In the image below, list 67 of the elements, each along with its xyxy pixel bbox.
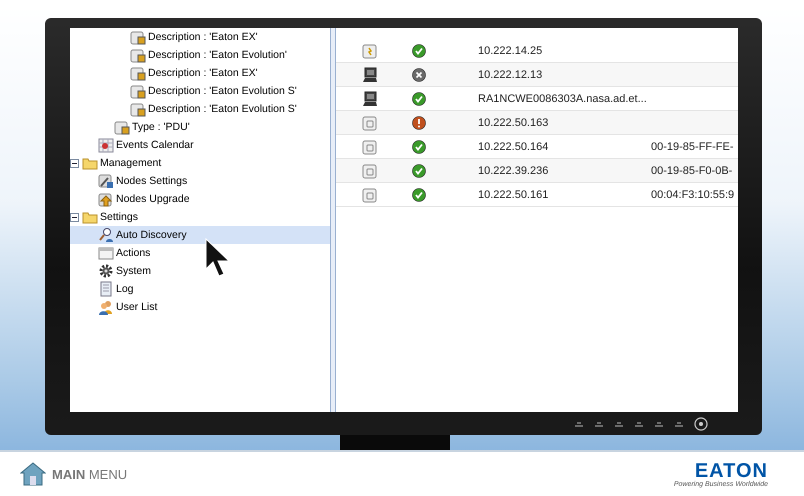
check-icon [412, 92, 426, 106]
computer-icon [362, 66, 378, 82]
tree-item[interactable]: System [70, 262, 330, 280]
power-button-icon[interactable] [694, 416, 708, 430]
tree-item[interactable]: Actions [70, 244, 330, 262]
monitor-button-icon[interactable] [594, 420, 604, 426]
tree-item[interactable]: Type : 'PDU' [70, 118, 330, 136]
wrench-icon [98, 173, 114, 189]
address-cell-text: 10.222.12.13 [477, 68, 544, 80]
pointer-cursor-icon [205, 238, 231, 278]
tree-item[interactable]: Description : 'Eaton Evolution S' [70, 100, 330, 118]
cross-icon [412, 68, 426, 82]
document-icon [98, 281, 114, 297]
tree-item[interactable]: Nodes Settings [70, 172, 330, 190]
monitor-button-icon[interactable] [674, 420, 684, 426]
device-icon [362, 114, 378, 130]
tree-item[interactable]: User List [70, 298, 330, 316]
address-cell-text: 10.222.50.161 [477, 188, 550, 200]
tree-item[interactable]: Events Calendar [70, 136, 330, 154]
monitor-button-icon[interactable] [574, 420, 584, 426]
address-cell-text: 10.222.50.163 [477, 116, 550, 128]
gear-icon [98, 263, 114, 279]
tree-item[interactable]: Management [70, 154, 330, 172]
device-icon [362, 186, 378, 202]
user-search-icon [98, 227, 114, 243]
monitor-button-icon[interactable] [614, 420, 624, 426]
calendar-icon [98, 137, 114, 153]
check-icon [412, 140, 426, 154]
check-icon [412, 44, 426, 58]
main-menu-link[interactable]: MAIN MENU [52, 466, 128, 482]
device-icon [130, 65, 146, 81]
device-icon [362, 138, 378, 154]
device-icon [130, 47, 146, 63]
device-icon [130, 29, 146, 45]
device-icon [362, 42, 378, 58]
tree-item[interactable]: Description : 'Eaton EX' [70, 28, 330, 46]
tree-item[interactable]: Nodes Upgrade [70, 190, 330, 208]
logo-wordmark: EATON [694, 460, 768, 480]
tree-item[interactable]: Settings [70, 208, 330, 226]
device-icon [130, 83, 146, 99]
check-icon [412, 164, 426, 178]
address-cell-text: 10.222.14.25 [477, 44, 544, 56]
monitor-button-icon[interactable] [634, 420, 644, 426]
users-icon [98, 299, 114, 315]
address-cell-text: 10.222.39.236 [477, 164, 550, 176]
window-icon [98, 245, 114, 261]
tree-item[interactable]: Log [70, 280, 330, 298]
home-icon[interactable] [20, 462, 46, 486]
tree-item[interactable]: Auto Discovery [70, 226, 330, 244]
computer-icon [362, 90, 378, 106]
device-icon [114, 119, 130, 135]
device-icon [362, 162, 378, 178]
upgrade-icon [98, 191, 114, 207]
mac-cell-text: 00:04:F3:10:55:9 [651, 188, 736, 200]
tree-item[interactable]: Description : 'Eaton Evolution S' [70, 82, 330, 100]
check-icon [412, 188, 426, 202]
device-icon [130, 101, 146, 117]
collapse-icon[interactable] [70, 212, 79, 222]
alert-icon [412, 116, 426, 130]
address-cell-text: RA1NCWE0086303A.nasa.ad.et... [477, 92, 648, 104]
mac-cell-text: 00-19-85-FF-FE- [651, 140, 735, 152]
mac-cell-text: 00-19-85-F0-0B- [651, 164, 734, 176]
monitor-button-icon[interactable] [654, 420, 664, 426]
address-cell-text: 10.222.50.164 [477, 140, 550, 152]
tree-item[interactable]: Description : 'Eaton EX' [70, 64, 330, 82]
tree-item[interactable]: Description : 'Eaton Evolution' [70, 46, 330, 64]
collapse-icon[interactable] [70, 158, 79, 168]
